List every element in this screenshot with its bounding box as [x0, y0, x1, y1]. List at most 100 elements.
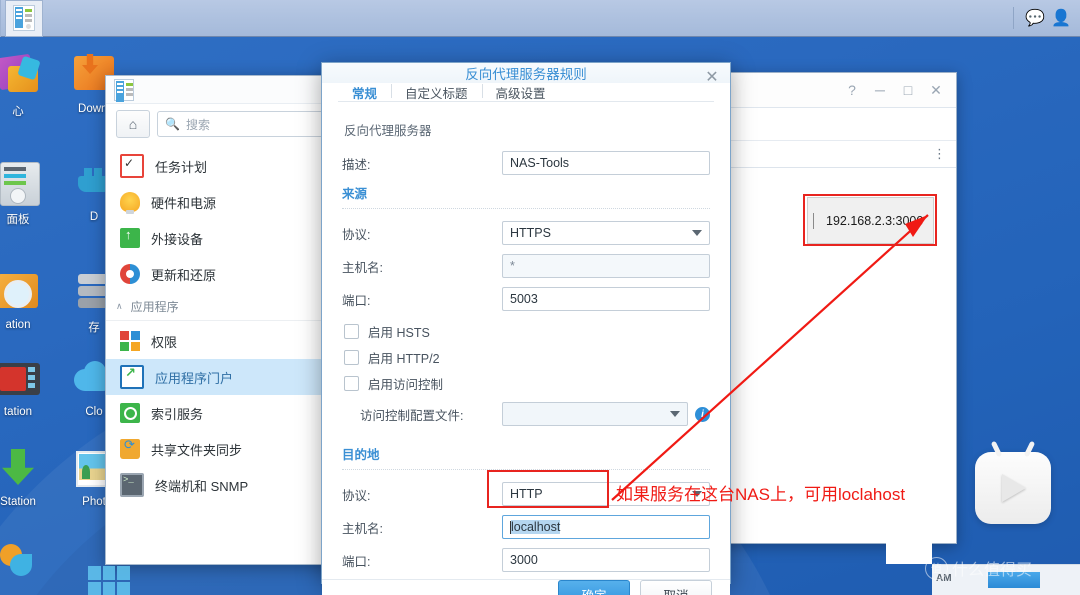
desktop-icon-label: Station: [0, 496, 58, 508]
maximize-icon[interactable]: □: [894, 77, 922, 103]
field-acl-profile: 访问控制配置文件: i: [342, 400, 710, 428]
external-device-icon: [120, 228, 140, 248]
search-input[interactable]: 🔍 搜索: [157, 111, 331, 137]
field-destination-hostname: 主机名: localhost: [342, 513, 710, 541]
destination-hostname-input[interactable]: localhost: [502, 515, 710, 539]
field-source-hostname: 主机名: *: [342, 252, 710, 280]
watermark-text: 什么值得买: [952, 556, 1032, 580]
control-panel-window[interactable]: ⌂ 🔍 搜索 任务计划 硬件和电源 外接设备 更新和还原: [105, 75, 342, 565]
checkbox-enable-access-control[interactable]: 启用访问控制: [342, 370, 710, 396]
desktop-icon-package-center[interactable]: 心: [0, 52, 58, 119]
desktop-icon-label: ation: [0, 319, 58, 331]
desktop-icon-video-station[interactable]: tation: [0, 355, 58, 418]
select-value: HTTPS: [510, 222, 551, 244]
checkbox-enable-http2[interactable]: 启用 HTTP/2: [342, 344, 710, 370]
sidebar-item-hardware-power[interactable]: 硬件和电源: [106, 184, 341, 220]
notification-icon[interactable]: 💬: [1022, 5, 1048, 31]
chevron-up-icon: ∧: [116, 301, 123, 312]
minimize-icon[interactable]: ─: [866, 77, 894, 103]
control-panel-search-row: ⌂ 🔍 搜索: [106, 104, 341, 144]
control-panel-nav: 任务计划 硬件和电源 外接设备 更新和还原 ∧ 应用程序 权限: [106, 144, 341, 503]
source-port-input[interactable]: 5003: [502, 287, 710, 311]
sidebar-item-label: 索引服务: [151, 404, 203, 423]
ok-button[interactable]: 确定: [558, 580, 630, 595]
destination-port-input[interactable]: 3000: [502, 548, 710, 572]
desktop-tile-decoration: [88, 566, 130, 595]
taskbar-app-button-control-panel[interactable]: [5, 0, 43, 37]
chevron-down-icon: [692, 230, 702, 236]
sidebar-item-update-restore[interactable]: 更新和还原: [106, 256, 341, 292]
sidebar-item-application-portal[interactable]: 应用程序门户: [106, 359, 341, 395]
sidebar-item-privileges[interactable]: 权限: [106, 323, 341, 359]
tab-general[interactable]: 常规: [338, 83, 391, 102]
package-center-icon: [0, 52, 44, 100]
file-station-icon: [0, 268, 44, 316]
tab-label: 高级设置: [496, 87, 546, 101]
reverse-proxy-rule-dialog[interactable]: 反向代理服务器规则 ✕ 常规 自定义标题 高级设置 反向代理服务器 描述: NA…: [321, 62, 731, 584]
help-icon[interactable]: ?: [838, 77, 866, 103]
cancel-button[interactable]: 取消: [640, 580, 712, 595]
desktop-root: 心 Downl 面板 D: [0, 0, 1080, 595]
media-play-bubble-icon[interactable]: [975, 452, 1051, 524]
sidebar-item-shared-folder-sync[interactable]: 共享文件夹同步: [106, 431, 341, 467]
calendar-check-icon: [120, 154, 144, 178]
source-protocol-select[interactable]: HTTPS: [502, 221, 710, 245]
ip-address-tooltip: 192.168.2.3:3000: [807, 197, 934, 244]
dialog-titlebar: 反向代理服务器规则 ✕: [322, 63, 730, 83]
info-icon[interactable]: i: [695, 407, 710, 422]
sidebar-item-label: 硬件和电源: [151, 193, 216, 212]
sidebar-item-external-devices[interactable]: 外接设备: [106, 220, 341, 256]
tab-custom-header[interactable]: 自定义标题: [391, 83, 482, 102]
desktop-icon-download-station[interactable]: Station: [0, 445, 58, 508]
tooltip-text: 192.168.2.3:3000: [814, 214, 923, 228]
control-panel-titlebar: [106, 76, 341, 104]
control-panel-app-icon: [114, 79, 134, 101]
destination-hostname-value: localhost: [511, 520, 560, 534]
field-label: 协议:: [342, 224, 502, 243]
desktop-icon-file-station[interactable]: ation: [0, 268, 58, 331]
description-input[interactable]: NAS-Tools: [502, 151, 710, 175]
update-restore-icon: [120, 264, 140, 284]
sidebar-item-terminal-snmp[interactable]: 终端机和 SNMP: [106, 467, 341, 503]
sidebar-item-task-scheduler[interactable]: 任务计划: [106, 148, 341, 184]
field-label: 描述:: [342, 154, 502, 173]
top-taskbar: 💬 👤: [0, 0, 1080, 37]
field-destination-port: 端口: 3000: [342, 546, 710, 574]
user-account-icon[interactable]: 👤: [1048, 5, 1074, 31]
home-button[interactable]: ⌂: [116, 110, 150, 138]
sidebar-group-applications[interactable]: ∧ 应用程序: [106, 292, 341, 321]
field-label: 主机名:: [342, 257, 502, 276]
desktop-icon-label: 心: [0, 103, 58, 119]
download-arrow-icon: [0, 445, 44, 493]
tab-advanced-settings[interactable]: 高级设置: [482, 83, 560, 102]
desktop-icon-drive-app[interactable]: [0, 538, 58, 589]
sidebar-item-label: 应用程序门户: [155, 368, 233, 387]
taskbar-right-cluster: 💬 👤: [1005, 0, 1080, 37]
tab-label: 自定义标题: [405, 87, 468, 101]
annotation-note-text: 如果服务在这台NAS上，可用loclahost: [616, 480, 905, 505]
field-label: 访问控制配置文件:: [342, 405, 502, 424]
sidebar-group-label: 应用程序: [131, 298, 179, 315]
watermark: 值 什么值得买: [925, 556, 1032, 580]
section-divider: [342, 208, 710, 210]
terminal-snmp-icon: [120, 473, 144, 497]
sidebar-item-indexing-service[interactable]: 索引服务: [106, 395, 341, 431]
close-icon[interactable]: ✕: [922, 77, 950, 103]
checkbox-box[interactable]: [344, 324, 359, 339]
field-source-protocol: 协议: HTTPS: [342, 219, 710, 247]
checkbox-enable-hsts[interactable]: 启用 HSTS: [342, 318, 710, 344]
dialog-footer: 确定 取消: [322, 579, 730, 595]
checkbox-box[interactable]: [344, 376, 359, 391]
sidebar-item-label: 共享文件夹同步: [151, 440, 242, 459]
source-hostname-input[interactable]: *: [502, 254, 710, 278]
bubble-ear-right: [1024, 441, 1036, 458]
acl-profile-select[interactable]: [502, 402, 688, 426]
more-options-icon[interactable]: ⋮: [933, 150, 946, 158]
search-placeholder: 搜索: [186, 116, 210, 133]
checkbox-box[interactable]: [344, 350, 359, 365]
dsm-package-icon: [13, 5, 35, 31]
checkbox-label: 启用 HTTP/2: [368, 348, 440, 367]
desktop-icon-control-panel[interactable]: 面板: [0, 160, 58, 227]
drive-icon: [0, 538, 44, 586]
dialog-tabs: 常规 自定义标题 高级设置: [322, 83, 730, 102]
